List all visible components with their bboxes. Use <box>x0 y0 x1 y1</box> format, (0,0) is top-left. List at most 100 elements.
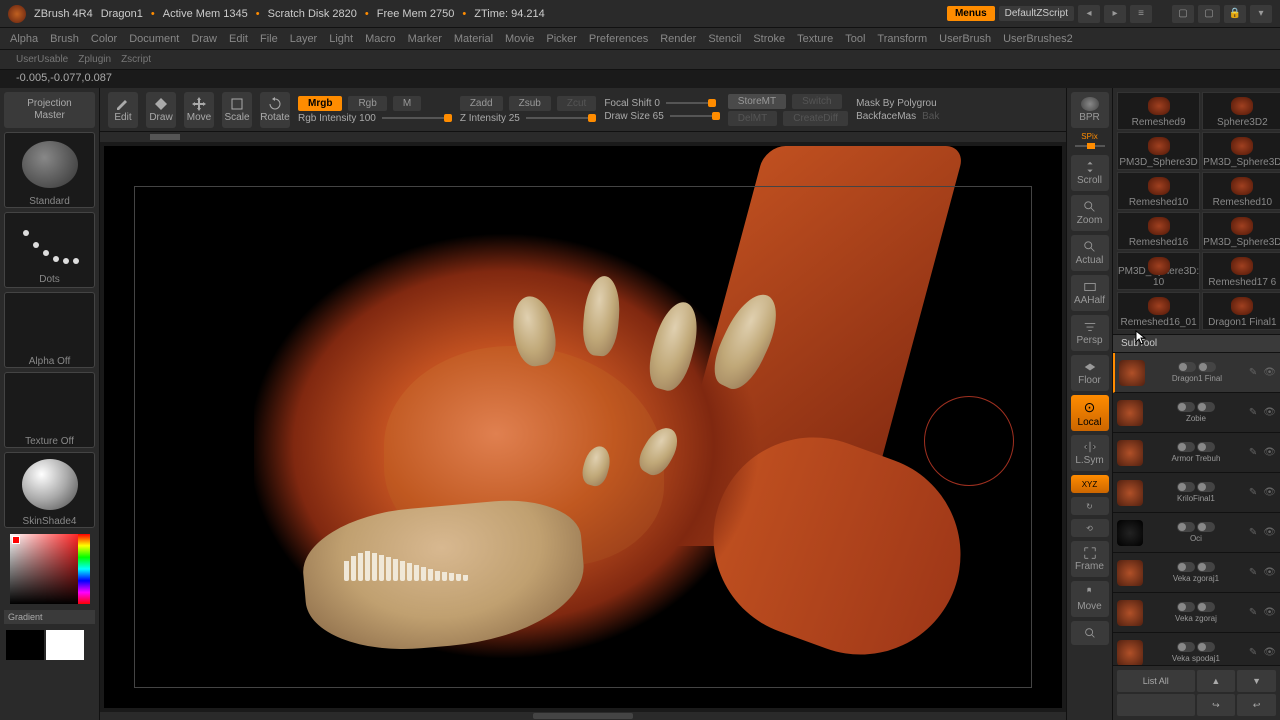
menu-file[interactable]: File <box>260 33 278 45</box>
menu-userbrushes2[interactable]: UserBrushes2 <box>1003 33 1073 45</box>
del-mt-button[interactable]: DelMT <box>728 111 777 126</box>
panel2-icon[interactable]: ▢ <box>1198 5 1220 23</box>
tool-thumb[interactable]: Remeshed10 <box>1117 172 1200 210</box>
color-black-swatch[interactable] <box>6 630 44 660</box>
rgb-button[interactable]: Rgb <box>348 96 386 111</box>
move-mode-button[interactable]: Move <box>184 92 214 128</box>
lock-icon[interactable]: 🔒 <box>1224 5 1246 23</box>
menu-userusable[interactable]: UserUsable <box>16 54 68 65</box>
focal-shift-slider[interactable] <box>666 102 716 104</box>
rgb-intensity-label[interactable]: Rgb Intensity 100 <box>298 113 376 124</box>
hue-slider[interactable] <box>78 534 90 604</box>
menu-macro[interactable]: Macro <box>365 33 396 45</box>
actual-button[interactable]: Actual <box>1071 235 1109 271</box>
rotate-mode-button[interactable]: Rotate <box>260 92 290 128</box>
menu-layer[interactable]: Layer <box>290 33 318 45</box>
brush-preview-icon[interactable] <box>22 141 78 188</box>
next-icon[interactable]: ▸ <box>1104 5 1126 23</box>
local-button[interactable]: ⊙Local <box>1071 395 1109 431</box>
mask-polygroup-button[interactable]: Mask By Polygrou <box>856 98 937 109</box>
timeline-scrubber[interactable] <box>150 134 180 140</box>
frame-button[interactable]: Frame <box>1071 541 1109 577</box>
tool-thumb[interactable]: PM3D_Sphere3D <box>1202 132 1280 170</box>
menu-color[interactable]: Color <box>91 33 117 45</box>
tool-thumb[interactable]: PM3D_Sphere3D <box>1117 132 1200 170</box>
color-white-swatch[interactable] <box>46 630 84 660</box>
brush-icon[interactable]: ✎ <box>1249 367 1257 378</box>
menu-edit[interactable]: Edit <box>229 33 248 45</box>
z-intensity-slider[interactable] <box>526 117 596 119</box>
menu-transform[interactable]: Transform <box>877 33 927 45</box>
move-up-button[interactable]: ▲ <box>1197 670 1236 692</box>
zoom2-icon[interactable] <box>1071 621 1109 645</box>
m-button[interactable]: M <box>393 96 421 111</box>
tool-thumb[interactable]: PM3D_Sphere3D: 10 <box>1117 252 1200 290</box>
list-all-button[interactable]: List All <box>1117 670 1195 692</box>
aahalf-button[interactable]: AAHalf <box>1071 275 1109 311</box>
create-diff-button[interactable]: CreateDiff <box>783 111 848 126</box>
menu-alpha[interactable]: Alpha <box>10 33 38 45</box>
color-picker[interactable] <box>10 534 90 604</box>
tool-thumb[interactable]: PM3D_Sphere3D <box>1202 212 1280 250</box>
tool-thumb[interactable]: Remeshed9 <box>1117 92 1200 130</box>
draw-size-label[interactable]: Draw Size 65 <box>604 111 663 122</box>
tool-thumb[interactable]: Dragon1 Final1 <box>1202 292 1280 330</box>
store-mt-button[interactable]: StoreMT <box>728 94 786 109</box>
menu-marker[interactable]: Marker <box>408 33 442 45</box>
rotate-y-icon[interactable]: ↻ <box>1071 497 1109 515</box>
draw-size-slider[interactable] <box>670 115 720 117</box>
tool-thumb[interactable]: Sphere3D2 <box>1202 92 1280 130</box>
menu-stencil[interactable]: Stencil <box>708 33 741 45</box>
gradient-label[interactable]: Gradient <box>4 610 95 624</box>
prev-icon[interactable]: ◂ <box>1078 5 1100 23</box>
move-down-button[interactable]: ▼ <box>1237 670 1276 692</box>
switch-button[interactable]: Switch <box>792 94 841 109</box>
z-intensity-label[interactable]: Z Intensity 25 <box>460 113 520 124</box>
draw-mode-button[interactable]: Draw <box>146 92 176 128</box>
menu-movie[interactable]: Movie <box>505 33 534 45</box>
rotate-z-icon[interactable]: ⟲ <box>1071 519 1109 537</box>
subtool-item[interactable]: Veka zgoraj✎👁 <box>1113 593 1280 633</box>
scale-mode-button[interactable]: Scale <box>222 92 252 128</box>
tool-thumb[interactable]: Remeshed16 <box>1117 212 1200 250</box>
bars-icon[interactable]: ≡ <box>1130 5 1152 23</box>
zcut-button[interactable]: Zcut <box>557 96 596 111</box>
dropdown-icon[interactable]: ▾ <box>1250 5 1272 23</box>
subtool-item[interactable]: Dragon1 Final✎👁 <box>1113 353 1280 393</box>
menu-stroke[interactable]: Stroke <box>753 33 785 45</box>
move-viewport-button[interactable]: Move <box>1071 581 1109 617</box>
menu-material[interactable]: Material <box>454 33 493 45</box>
menu-preferences[interactable]: Preferences <box>589 33 648 45</box>
backface-mask-button[interactable]: BackfaceMas <box>856 111 916 122</box>
persp-button[interactable]: Persp <box>1071 315 1109 351</box>
panel1-icon[interactable]: ▢ <box>1172 5 1194 23</box>
zoom-button[interactable]: Zoom <box>1071 195 1109 231</box>
projection-master-button[interactable]: Projection Master <box>4 92 95 128</box>
default-zscript-button[interactable]: DefaultZScript <box>999 6 1074 21</box>
tool-thumb[interactable]: Remeshed10 <box>1202 172 1280 210</box>
eye-icon[interactable]: 👁 <box>1263 367 1276 378</box>
menu-zscript[interactable]: Zscript <box>121 54 151 65</box>
menu-picker[interactable]: Picker <box>546 33 577 45</box>
stroke-preview-icon[interactable] <box>15 220 85 270</box>
floor-button[interactable]: Floor <box>1071 355 1109 391</box>
zsub-button[interactable]: Zsub <box>509 96 551 111</box>
menus-button[interactable]: Menus <box>947 6 995 21</box>
texture-preview[interactable] <box>22 379 78 430</box>
subtool-item[interactable]: Armor Trebuh✎👁 <box>1113 433 1280 473</box>
menu-tool[interactable]: Tool <box>845 33 865 45</box>
alpha-preview[interactable] <box>22 299 78 350</box>
material-preview-icon[interactable] <box>22 459 78 510</box>
subtool-item[interactable]: Veka zgoraj1✎👁 <box>1113 553 1280 593</box>
bpr-button[interactable]: BPR <box>1071 92 1109 128</box>
subtool-item[interactable]: Oci✎👁 <box>1113 513 1280 553</box>
menu-light[interactable]: Light <box>329 33 353 45</box>
scroll-button[interactable]: Scroll <box>1071 155 1109 191</box>
3d-viewport[interactable] <box>104 146 1062 708</box>
zadd-button[interactable]: Zadd <box>460 96 503 111</box>
subtool-item[interactable]: KriloFinal1✎👁 <box>1113 473 1280 513</box>
menu-brush[interactable]: Brush <box>50 33 79 45</box>
menu-userbrush[interactable]: UserBrush <box>939 33 991 45</box>
menu-render[interactable]: Render <box>660 33 696 45</box>
menu-texture[interactable]: Texture <box>797 33 833 45</box>
